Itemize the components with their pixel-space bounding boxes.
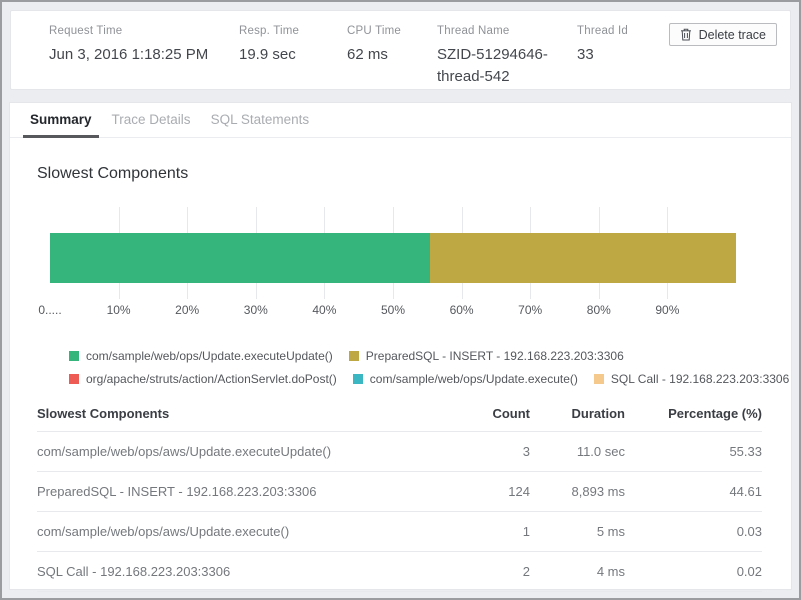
legend-item-4[interactable]: com/sample/web/ops/Update.execute() [353,372,578,386]
field-label: Thread Id [577,25,628,37]
field-value: 33 [577,44,628,66]
field-label: Thread Name [437,25,577,37]
cell-percentage: 0.02 [625,552,762,592]
legend-item-3[interactable]: org/apache/struts/action/ActionServlet.d… [69,372,337,386]
cell-count: 3 [440,432,530,472]
tab-trace-details[interactable]: Trace Details [110,103,193,137]
legend-item-1[interactable]: com/sample/web/ops/Update.executeUpdate(… [69,349,333,363]
trace-content-card: Summary Trace Details SQL Statements Slowe… [9,102,792,590]
field-value: 19.9 sec [239,44,347,66]
stacked-bar [50,233,736,283]
trace-detail-screen: Request Time Jun 3, 2016 1:18:25 PMResp. … [0,0,801,600]
legend-swatch-icon [69,374,79,384]
header-field-cpu-time: CPU Time 62 ms [347,25,437,88]
cell-component-name: com/sample/web/ops/aws/Update.execute() [37,512,440,552]
field-label: Resp. Time [239,25,347,37]
cell-percentage: 0.03 [625,512,762,552]
bar-segment-1[interactable] [50,233,430,283]
delete-trace-label: Delete trace [699,28,766,42]
cell-duration: 5 ms [530,512,625,552]
table-header-cell-1: Slowest Components [37,400,440,432]
table-row: com/sample/web/ops/aws/Update.execute()1… [37,512,762,552]
tab-summary[interactable]: Summary [28,103,94,137]
section-title: Slowest Components [37,165,791,183]
field-value: Jun 3, 2016 1:18:25 PM [49,44,239,66]
legend-swatch-icon [594,374,604,384]
field-value: 62 ms [347,44,437,66]
x-tick-80: 80% [587,303,611,317]
cell-component-name: SQL Call - 192.168.223.203:3306 [37,552,440,592]
header-field-thread-id: Thread Id 33 [577,25,628,88]
legend-label: com/sample/web/ops/Update.executeUpdate(… [86,349,333,363]
legend-label: SQL Call - 192.168.223.203:3306 [611,372,789,386]
legend-item-5[interactable]: SQL Call - 192.168.223.203:3306 [594,372,789,386]
trash-icon [680,28,692,41]
legend-row-1: com/sample/web/ops/Update.executeUpdate(… [69,349,791,363]
header-field-request-time: Request Time Jun 3, 2016 1:18:25 PM [49,25,239,88]
legend-swatch-icon [353,374,363,384]
legend-label: PreparedSQL - INSERT - 192.168.223.203:3… [366,349,624,363]
legend-label: org/apache/struts/action/ActionServlet.d… [86,372,337,386]
cell-percentage: 44.61 [625,472,762,512]
cell-duration: 11.0 sec [530,432,625,472]
cell-duration: 4 ms [530,552,625,592]
x-tick-20: 20% [175,303,199,317]
slowest-components-table: Slowest ComponentsCountDurationPercentag… [37,400,762,592]
x-tick-40: 40% [312,303,336,317]
header-field-resp-time: Resp. Time 19.9 sec [239,25,347,88]
cell-count: 124 [440,472,530,512]
legend-row-2: org/apache/struts/action/ActionServlet.d… [69,372,791,386]
legend-label: com/sample/web/ops/Update.execute() [370,372,578,386]
cell-duration: 8,893 ms [530,472,625,512]
table-row: SQL Call - 192.168.223.203:330624 ms0.02 [37,552,762,592]
trace-summary-card: Request Time Jun 3, 2016 1:18:25 PMResp. … [10,10,791,90]
field-label: Request Time [49,25,239,37]
cell-component-name: com/sample/web/ops/aws/Update.executeUpd… [37,432,440,472]
legend-swatch-icon [69,351,79,361]
x-tick-50: 50% [381,303,405,317]
bar-segment-2[interactable] [430,233,736,283]
slowest-components-chart: 0.....10%20%30%40%50%60%70%80%90% [50,207,736,319]
cell-component-name: PreparedSQL - INSERT - 192.168.223.203:3… [37,472,440,512]
table-header: Slowest ComponentsCountDurationPercentag… [37,400,762,432]
x-tick-90: 90% [655,303,679,317]
x-tick-10: 10% [107,303,131,317]
field-label: CPU Time [347,25,437,37]
tab-bar: Summary Trace Details SQL Statements [10,103,791,138]
cell-count: 2 [440,552,530,592]
x-tick-30: 30% [244,303,268,317]
table-row: PreparedSQL - INSERT - 192.168.223.203:3… [37,472,762,512]
header-field-thread-name: Thread Name SZID-51294646-thread-542 [437,25,577,88]
cell-percentage: 55.33 [625,432,762,472]
x-tick-60: 60% [450,303,474,317]
table-header-cell-3: Duration [530,400,625,432]
legend-swatch-icon [349,351,359,361]
field-value: SZID-51294646-thread-542 [437,44,555,88]
table-header-cell-2: Count [440,400,530,432]
legend-item-2[interactable]: PreparedSQL - INSERT - 192.168.223.203:3… [349,349,624,363]
cell-count: 1 [440,512,530,552]
tab-sql-statements[interactable]: SQL Statements [209,103,312,137]
x-tick-0: 0..... [38,303,61,317]
x-tick-70: 70% [518,303,542,317]
delete-trace-button[interactable]: Delete trace [669,23,777,46]
table-row: com/sample/web/ops/aws/Update.executeUpd… [37,432,762,472]
table-header-cell-4: Percentage (%) [625,400,762,432]
chart-legend: com/sample/web/ops/Update.executeUpdate(… [69,349,791,386]
